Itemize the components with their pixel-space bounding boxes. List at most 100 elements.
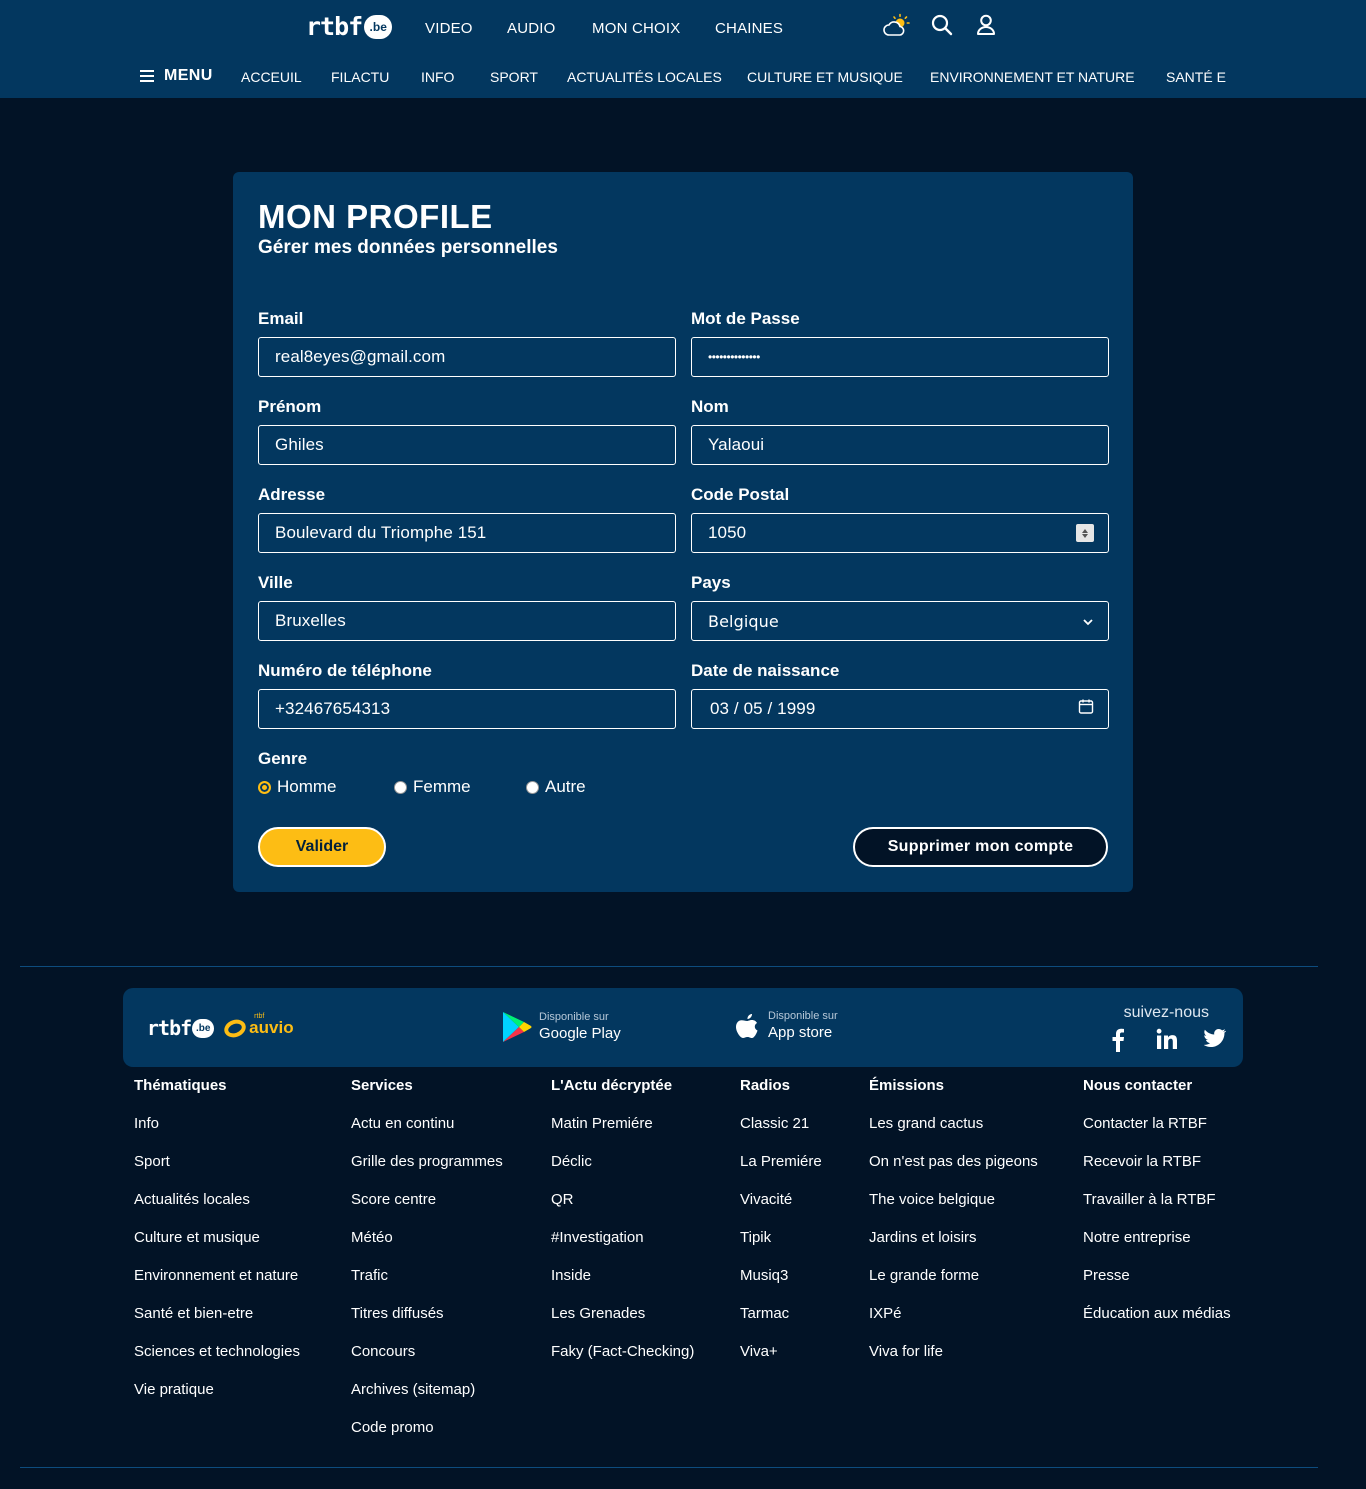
footer-link[interactable]: Sciences et technologies bbox=[134, 1343, 300, 1361]
first-name-field[interactable]: Ghiles bbox=[258, 425, 676, 465]
birthdate-field[interactable]: 03 / 05 / 1999 bbox=[691, 689, 1109, 729]
rtbf-logo[interactable]: rtbf .be bbox=[306, 12, 393, 41]
gender-label: Genre bbox=[258, 749, 308, 768]
footer-link[interactable]: Classic 21 bbox=[740, 1115, 809, 1133]
footer-link[interactable]: Code promo bbox=[351, 1419, 434, 1437]
gender-radio-homme[interactable]: Homme bbox=[258, 777, 337, 797]
site-header: rtbf .be VIDEO AUDIO MON CHOIX CHAINES M… bbox=[0, 0, 1366, 98]
footer-column-radios: Radios Classic 21 La Premiére Vivacité T… bbox=[740, 1077, 822, 1360]
last-name-value: Yalaoui bbox=[708, 435, 765, 454]
footer-link[interactable]: #Investigation bbox=[551, 1229, 644, 1247]
postal-code-field[interactable]: 1050 bbox=[691, 513, 1109, 553]
twitter-icon[interactable] bbox=[1203, 1028, 1227, 1053]
footer-link[interactable]: Les Grenades bbox=[551, 1305, 645, 1323]
calendar-icon[interactable] bbox=[1078, 699, 1094, 720]
footer-link[interactable]: Score centre bbox=[351, 1191, 436, 1209]
postal-code-label: Code Postal bbox=[691, 485, 790, 504]
footer-link[interactable]: Travailler à la RTBF bbox=[1083, 1191, 1216, 1209]
footer-link[interactable]: Déclic bbox=[551, 1153, 592, 1171]
footer-link[interactable]: Contacter la RTBF bbox=[1083, 1115, 1207, 1133]
footer-link[interactable]: Viva+ bbox=[740, 1343, 778, 1361]
menu-item-culture-et-musique[interactable]: CULTURE ET MUSIQUE bbox=[747, 69, 903, 86]
menu-item-actualites-locales[interactable]: ACTUALITÉS LOCALES bbox=[567, 69, 722, 86]
footer-link[interactable]: Météo bbox=[351, 1229, 393, 1247]
facebook-icon[interactable] bbox=[1111, 1028, 1125, 1057]
menu-item-sante[interactable]: SANTÉ E bbox=[1166, 69, 1226, 86]
footer-link[interactable]: Sport bbox=[134, 1153, 170, 1171]
footer-link[interactable]: Le grande forme bbox=[869, 1267, 979, 1285]
app-store-small-label: Disponible sur bbox=[768, 1010, 838, 1022]
address-field[interactable]: Boulevard du Triomphe 151 bbox=[258, 513, 676, 553]
linkedin-icon[interactable] bbox=[1156, 1028, 1178, 1055]
user-icon[interactable] bbox=[975, 13, 1001, 39]
top-nav-chaines[interactable]: CHAINES bbox=[715, 19, 783, 38]
weather-icon[interactable] bbox=[883, 13, 910, 39]
number-stepper-icon[interactable] bbox=[1076, 524, 1094, 542]
last-name-field[interactable]: Yalaoui bbox=[691, 425, 1109, 465]
footer-link[interactable]: Santé et bien-etre bbox=[134, 1305, 253, 1323]
footer-link[interactable]: IXPé bbox=[869, 1305, 902, 1323]
footer-link[interactable]: Éducation aux médias bbox=[1083, 1305, 1231, 1323]
footer-link[interactable]: Vie pratique bbox=[134, 1381, 214, 1399]
country-select[interactable]: Belgique bbox=[691, 601, 1109, 641]
first-name-label: Prénom bbox=[258, 397, 322, 416]
logo-text: rtbf bbox=[306, 12, 363, 41]
footer-link[interactable]: Environnement et nature bbox=[134, 1267, 298, 1285]
footer-link[interactable]: Actualités locales bbox=[134, 1191, 250, 1209]
footer-link[interactable]: Actu en continu bbox=[351, 1115, 454, 1133]
footer-link[interactable]: Inside bbox=[551, 1267, 591, 1285]
footer-link[interactable]: QR bbox=[551, 1191, 574, 1209]
footer-link[interactable]: Notre entreprise bbox=[1083, 1229, 1191, 1247]
auvio-logo[interactable]: auvio rtbf bbox=[221, 1013, 294, 1040]
city-field[interactable]: Bruxelles bbox=[258, 601, 676, 641]
footer-link[interactable]: Musiq3 bbox=[740, 1267, 788, 1285]
password-field[interactable]: •••••••••••••• bbox=[691, 337, 1109, 377]
footer-link[interactable]: The voice belgique bbox=[869, 1191, 995, 1209]
top-nav-audio[interactable]: AUDIO bbox=[507, 19, 556, 38]
delete-account-button[interactable]: Supprimer mon compte bbox=[853, 827, 1108, 867]
app-store-label: App store bbox=[768, 1024, 833, 1041]
footer-link[interactable]: Tipik bbox=[740, 1229, 771, 1247]
email-field[interactable]: real8eyes@gmail.com bbox=[258, 337, 676, 377]
menu-item-acceuil[interactable]: ACCEUIL bbox=[241, 69, 302, 86]
menu-item-environnement-et-nature[interactable]: ENVIRONNEMENT ET NATURE bbox=[930, 69, 1135, 86]
menu-item-info[interactable]: INFO bbox=[421, 69, 454, 86]
gender-radio-femme[interactable]: Femme bbox=[394, 777, 471, 797]
footer-link[interactable]: Culture et musique bbox=[134, 1229, 260, 1247]
footer-link[interactable]: Vivacité bbox=[740, 1191, 792, 1209]
footer-link[interactable]: La Premiére bbox=[740, 1153, 822, 1171]
submit-button[interactable]: Valider bbox=[258, 827, 386, 867]
menu-item-filactu[interactable]: FILACTU bbox=[331, 69, 389, 86]
footer-link[interactable]: Faky (Fact-Checking) bbox=[551, 1343, 694, 1361]
google-play-link[interactable]: Disponible sur Google Play bbox=[501, 1010, 621, 1044]
footer-link[interactable]: Grille des programmes bbox=[351, 1153, 503, 1171]
footer-link[interactable]: Titres diffusés bbox=[351, 1305, 444, 1323]
footer-link[interactable]: Matin Premiére bbox=[551, 1115, 653, 1133]
footer-link[interactable]: Les grand cactus bbox=[869, 1115, 983, 1133]
page-subtitle: Gérer mes données personnelles bbox=[258, 237, 558, 258]
footer-link[interactable]: Jardins et loisirs bbox=[869, 1229, 977, 1247]
footer-link[interactable]: Presse bbox=[1083, 1267, 1130, 1285]
footer-link[interactable]: Recevoir la RTBF bbox=[1083, 1153, 1201, 1171]
footer-link[interactable]: Info bbox=[134, 1115, 159, 1133]
last-name-label: Nom bbox=[691, 397, 729, 416]
footer-link[interactable]: Tarmac bbox=[740, 1305, 789, 1323]
footer-link[interactable]: Archives (sitemap) bbox=[351, 1381, 475, 1399]
search-icon[interactable] bbox=[930, 13, 956, 39]
footer-column-emissions: Émissions Les grand cactus On n'est pas … bbox=[869, 1077, 1038, 1360]
menu-button[interactable]: MENU bbox=[140, 67, 213, 85]
top-nav-mon-choix[interactable]: MON CHOIX bbox=[592, 19, 680, 38]
footer-link[interactable]: Trafic bbox=[351, 1267, 388, 1285]
profile-card: MON PROFILE Gérer mes données personnell… bbox=[233, 172, 1133, 892]
top-nav-video[interactable]: VIDEO bbox=[425, 19, 473, 38]
gender-radio-autre[interactable]: Autre bbox=[526, 777, 586, 797]
footer-column-head: Émissions bbox=[869, 1077, 945, 1094]
footer-link[interactable]: Viva for life bbox=[869, 1343, 943, 1361]
footer-rtbf-logo[interactable]: rtbf bbox=[147, 1016, 192, 1040]
footer-link[interactable]: On n'est pas des pigeons bbox=[869, 1153, 1038, 1171]
app-store-link[interactable]: Disponible sur App store bbox=[733, 1010, 838, 1042]
phone-field[interactable]: +32467654313 bbox=[258, 689, 676, 729]
menu-item-sport[interactable]: SPORT bbox=[490, 69, 538, 86]
footer-app-banner: rtbf .be auvio rtbf Disponible sur Googl… bbox=[123, 988, 1243, 1067]
footer-link[interactable]: Concours bbox=[351, 1343, 415, 1361]
